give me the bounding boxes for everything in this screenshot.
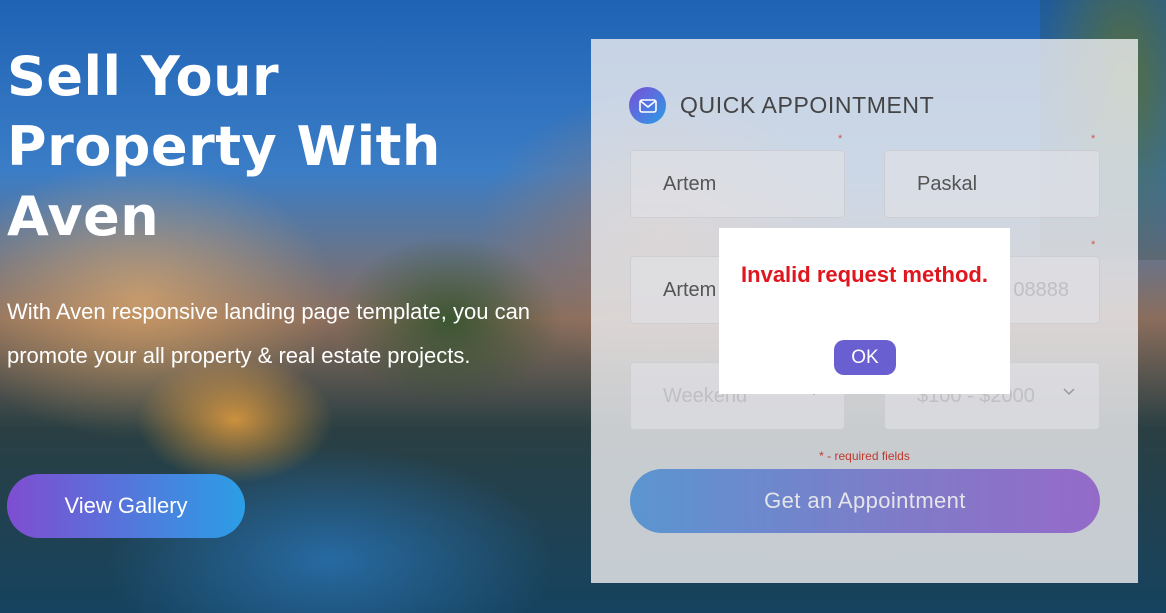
hero-title: Sell Your Property With Aven xyxy=(7,45,441,248)
ok-button[interactable]: OK xyxy=(834,340,896,375)
dialog-message: Invalid request method. xyxy=(741,262,988,287)
first-name-field[interactable]: Artem xyxy=(630,150,845,218)
required-mark: * xyxy=(1091,239,1096,251)
form-title: QUICK APPOINTMENT xyxy=(680,92,935,118)
chevron-down-icon xyxy=(1063,388,1075,396)
required-mark: * xyxy=(1091,133,1096,145)
error-dialog: Invalid request method. OK xyxy=(719,228,1010,394)
required-mark: * xyxy=(838,133,843,145)
mail-icon xyxy=(629,87,666,124)
get-appointment-button[interactable]: Get an Appointment xyxy=(630,469,1100,533)
view-gallery-button[interactable]: View Gallery xyxy=(7,474,245,538)
last-name-field[interactable]: Paskal xyxy=(884,150,1100,218)
required-fields-note: * - required fields xyxy=(819,449,910,463)
form-header: QUICK APPOINTMENT xyxy=(629,87,934,124)
hero-description: With Aven responsive landing page templa… xyxy=(7,299,531,368)
